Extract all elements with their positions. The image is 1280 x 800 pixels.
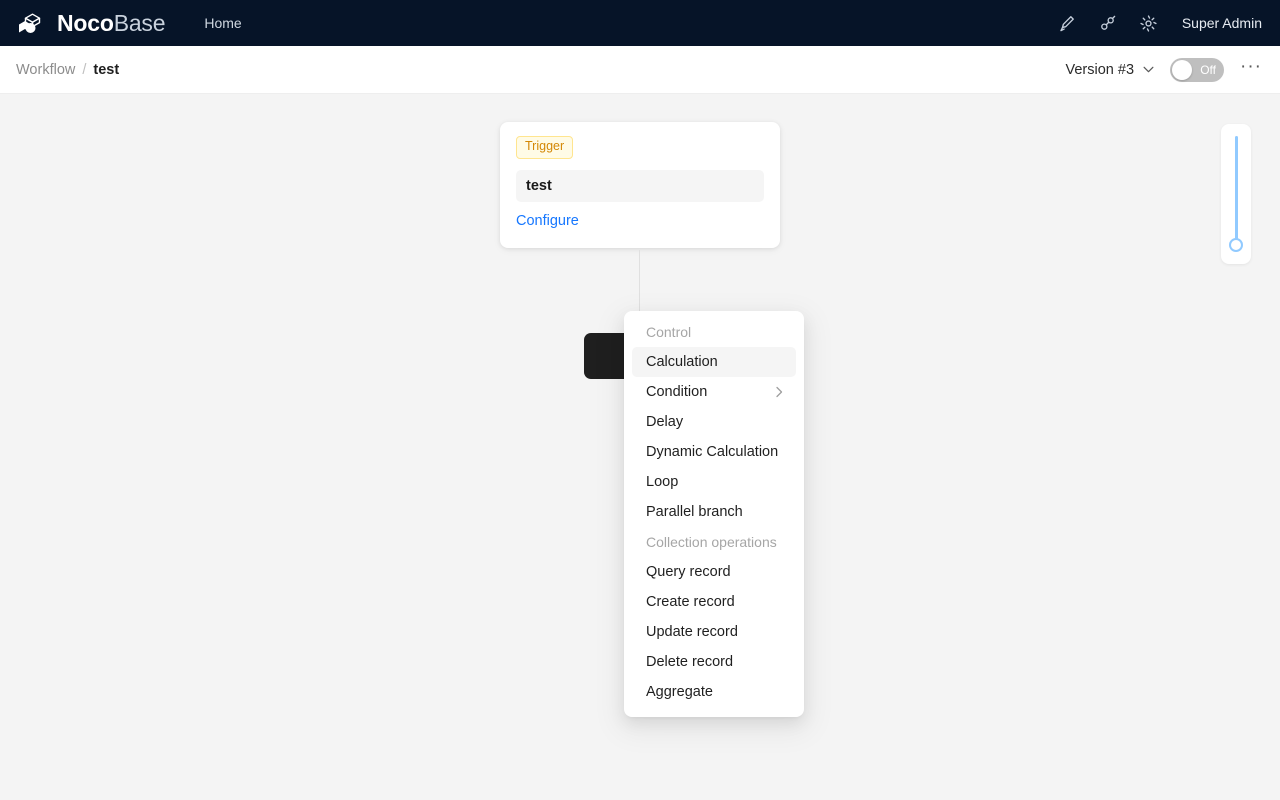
breadcrumb: Workflow / test xyxy=(16,62,119,78)
nav-item-home[interactable]: Home xyxy=(198,11,247,35)
zoom-slider-track[interactable] xyxy=(1235,136,1238,246)
trigger-tag: Trigger xyxy=(516,136,574,159)
menu-item-label: Create record xyxy=(646,594,735,610)
workflow-enable-toggle[interactable]: Off xyxy=(1170,57,1225,82)
trigger-node-title[interactable]: test xyxy=(516,169,764,202)
menu-item-dynamic-calculation[interactable]: Dynamic Calculation xyxy=(632,437,796,467)
menu-item-aggregate[interactable]: Aggregate xyxy=(632,677,796,707)
menu-item-label: Calculation xyxy=(646,354,718,370)
trigger-configure-link[interactable]: Configure xyxy=(516,213,579,229)
menu-item-loop[interactable]: Loop xyxy=(632,467,796,497)
menu-group-label-control: Control xyxy=(646,324,692,340)
workflow-subheader: Workflow / test Version #3 Off ··· xyxy=(0,46,1280,94)
chevron-down-icon xyxy=(1143,66,1154,73)
menu-item-label: Loop xyxy=(646,474,679,490)
menu-item-parallel-branch[interactable]: Parallel branch xyxy=(632,497,796,527)
menu-item-label: Update record xyxy=(646,624,738,640)
menu-item-create-record[interactable]: Create record xyxy=(632,587,796,617)
gear-icon[interactable] xyxy=(1139,14,1158,33)
breadcrumb-separator: / xyxy=(82,61,87,78)
trigger-node-card[interactable]: Trigger test Configure xyxy=(500,122,780,248)
zoom-slider-handle[interactable] xyxy=(1229,238,1243,252)
highlighter-icon[interactable] xyxy=(1057,14,1076,33)
menu-item-query-record[interactable]: Query record xyxy=(632,557,796,587)
menu-item-delay[interactable]: Delay xyxy=(632,407,796,437)
more-options-button[interactable]: ··· xyxy=(1240,57,1262,82)
toggle-knob xyxy=(1172,59,1193,80)
workflow-canvas[interactable]: Trigger test Configure Control Calculati… xyxy=(0,94,1280,800)
breadcrumb-item-current: test xyxy=(93,61,120,78)
version-selector[interactable]: Version #3 xyxy=(1065,62,1154,78)
brand-logo-group[interactable]: NocoBase xyxy=(16,9,166,37)
menu-group-label-collection-operations: Collection operations xyxy=(646,534,777,550)
app-header: NocoBase Home Super Admin xyxy=(0,0,1280,46)
toggle-state-label: Off xyxy=(1200,62,1217,77)
menu-item-label: Query record xyxy=(646,564,731,580)
user-menu-super-admin[interactable]: Super Admin xyxy=(1182,15,1262,31)
menu-item-label: Delete record xyxy=(646,654,734,670)
breadcrumb-item-workflow[interactable]: Workflow xyxy=(16,62,75,78)
nocobase-logo-icon xyxy=(19,13,41,33)
add-node-menu[interactable]: Control Calculation Condition Delay Dyna… xyxy=(624,311,804,717)
menu-item-delete-record[interactable]: Delete record xyxy=(632,647,796,677)
subheader-actions: Version #3 Off ··· xyxy=(1065,57,1262,82)
menu-item-calculation[interactable]: Calculation xyxy=(632,347,796,377)
zoom-slider[interactable] xyxy=(1221,124,1251,264)
menu-item-label: Delay xyxy=(646,414,684,430)
header-actions: Super Admin xyxy=(1057,14,1262,33)
brand-name-bold: Noco xyxy=(57,9,114,36)
version-selector-label: Version #3 xyxy=(1065,61,1135,78)
brand-name: NocoBase xyxy=(57,9,166,37)
menu-item-label: Dynamic Calculation xyxy=(646,444,779,460)
menu-item-condition[interactable]: Condition xyxy=(632,377,796,407)
api-plugin-icon[interactable] xyxy=(1098,14,1117,33)
menu-item-label: Condition xyxy=(646,384,708,400)
brand-name-light: Base xyxy=(113,9,166,36)
menu-item-update-record[interactable]: Update record xyxy=(632,617,796,647)
menu-item-label: Aggregate xyxy=(646,684,713,700)
chevron-right-icon xyxy=(776,386,783,398)
menu-item-label: Parallel branch xyxy=(646,504,743,520)
